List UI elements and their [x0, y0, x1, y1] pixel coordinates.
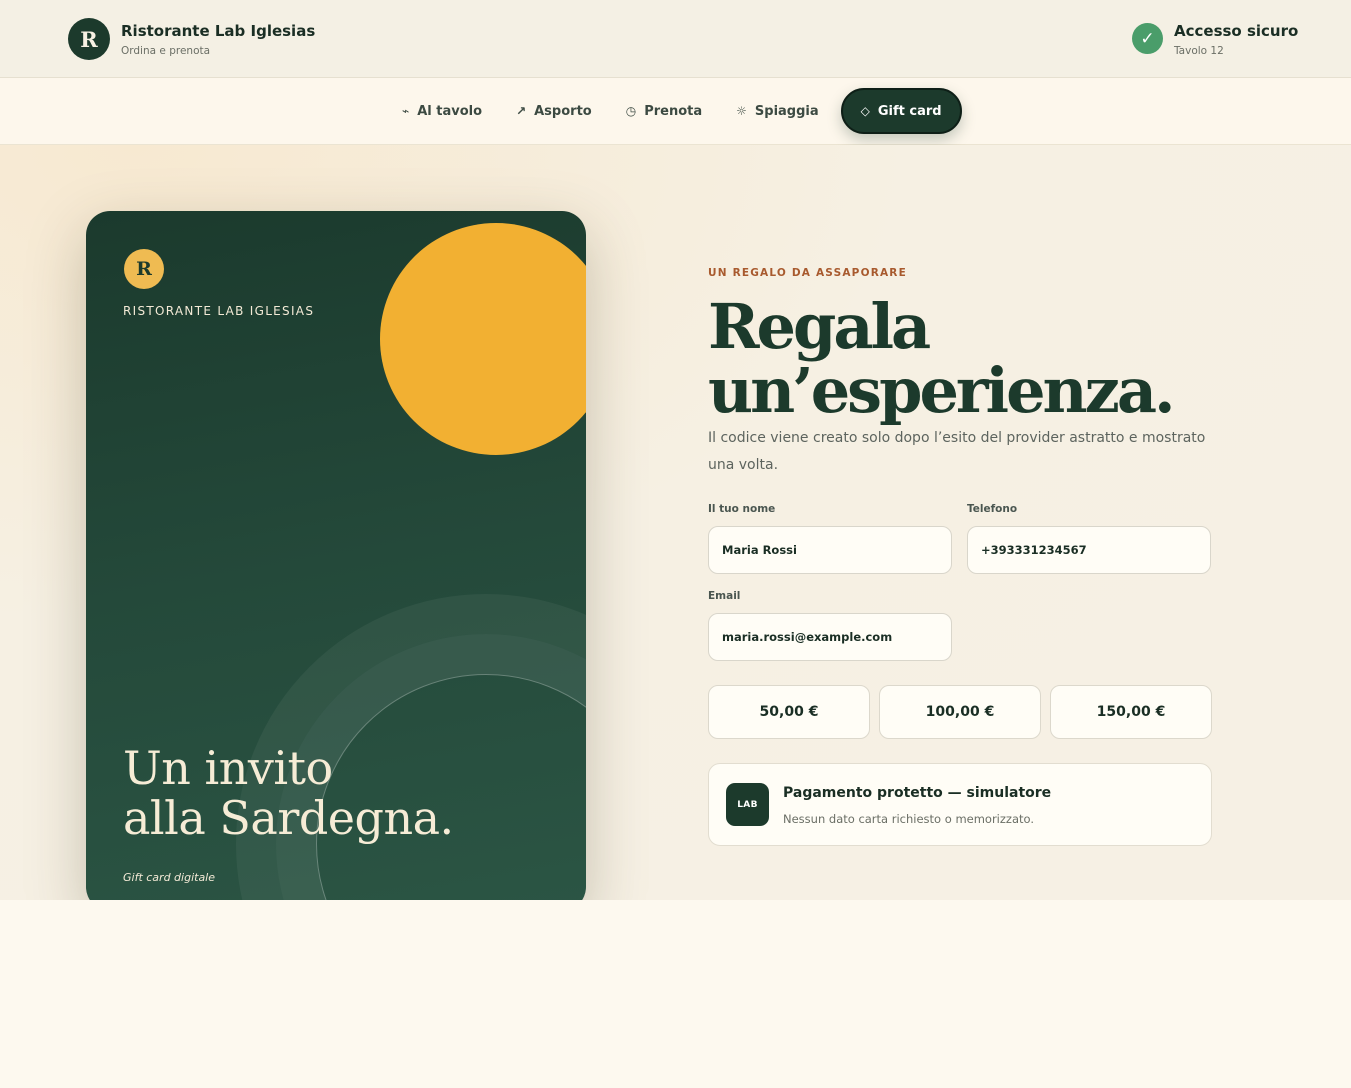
- secure-access: ✓ Accesso sicuro Tavolo 12: [1132, 22, 1298, 57]
- check-icon: ✓: [1132, 23, 1163, 54]
- payment-notice: LAB Pagamento protetto — simulatore Ness…: [708, 763, 1212, 846]
- page-title: Regala un’esperienza.: [708, 295, 1228, 423]
- payment-subtitle: Nessun dato carta richiesto o memorizzat…: [783, 812, 1034, 826]
- gift-card-section: R RISTORANTE LAB IGLESIAS Un invito alla…: [0, 145, 1351, 900]
- tab-label: Asporto: [534, 103, 592, 119]
- brand-subtitle: Ordina e prenota: [121, 44, 211, 57]
- headline-line: Regala: [708, 290, 931, 363]
- lead-text: Il codice viene creato solo dopo l’esito…: [708, 430, 1206, 473]
- name-label: Il tuo nome: [708, 503, 776, 515]
- main-nav: ⌁ Al tavolo ↗ Asporto ◷ Prenota ☼ Spiagg…: [0, 78, 1351, 145]
- lab-badge: LAB: [726, 783, 769, 826]
- brand[interactable]: R Ristorante Lab Iglesias Ordina e preno…: [68, 18, 315, 60]
- diamond-icon: ◇: [860, 104, 870, 118]
- tab-al-tavolo[interactable]: ⌁ Al tavolo: [390, 88, 494, 134]
- card-title-line: alla Sardegna.: [123, 791, 454, 845]
- tab-label: Prenota: [644, 103, 703, 119]
- phone-field[interactable]: [967, 526, 1211, 574]
- tab-spiaggia[interactable]: ☼ Spiaggia: [724, 88, 831, 134]
- tab-label: Al tavolo: [417, 103, 483, 119]
- tab-label: Spiaggia: [754, 103, 819, 119]
- card-brand: RISTORANTE LAB IGLESIAS: [123, 304, 315, 318]
- headline-line: un’esperienza.: [708, 354, 1176, 427]
- gift-card-preview: R RISTORANTE LAB IGLESIAS Un invito alla…: [86, 211, 586, 900]
- brand-name: Ristorante Lab Iglesias: [121, 21, 316, 40]
- card-subtitle: Gift card digitale: [123, 871, 216, 884]
- tab-prenota[interactable]: ◷ Prenota: [614, 88, 714, 134]
- tab-gift-card[interactable]: ◇ Gift card: [840, 88, 962, 134]
- secure-title: Accesso sicuro: [1174, 22, 1299, 40]
- table-number: Tavolo 12: [1174, 45, 1224, 57]
- tap-icon: ⌁: [402, 104, 410, 118]
- card-title-line: Un invito: [123, 741, 333, 795]
- tab-asporto[interactable]: ↗ Asporto: [504, 88, 604, 134]
- amount-option-50[interactable]: 50,00 €: [708, 685, 870, 739]
- secure-text: Accesso sicuro Tavolo 12: [1174, 22, 1298, 57]
- name-field[interactable]: [708, 526, 952, 574]
- amount-option-100[interactable]: 100,00 €: [879, 685, 1041, 739]
- email-label: Email: [708, 590, 741, 602]
- sun-decoration: [380, 223, 586, 455]
- brand-logo: R: [68, 18, 110, 60]
- nav-tabs: ⌁ Al tavolo ↗ Asporto ◷ Prenota ☼ Spiagg…: [390, 88, 972, 134]
- card-logo: R: [124, 249, 164, 289]
- arrow-up-right-icon: ↗: [516, 104, 527, 118]
- amount-option-150[interactable]: 150,00 €: [1050, 685, 1212, 739]
- kicker: UN REGALO DA ASSAPORARE: [708, 267, 907, 279]
- payment-title: Pagamento protetto — simulatore: [783, 785, 1052, 801]
- card-title: Un invito alla Sardegna.: [123, 743, 454, 843]
- brand-text: Ristorante Lab Iglesias Ordina e prenota: [121, 22, 315, 57]
- tab-label: Gift card: [877, 103, 942, 119]
- email-field[interactable]: [708, 613, 952, 661]
- sun-icon: ☼: [736, 104, 747, 118]
- phone-label: Telefono: [967, 503, 1018, 515]
- top-bar: R Ristorante Lab Iglesias Ordina e preno…: [0, 0, 1351, 78]
- clock-icon: ◷: [625, 104, 637, 118]
